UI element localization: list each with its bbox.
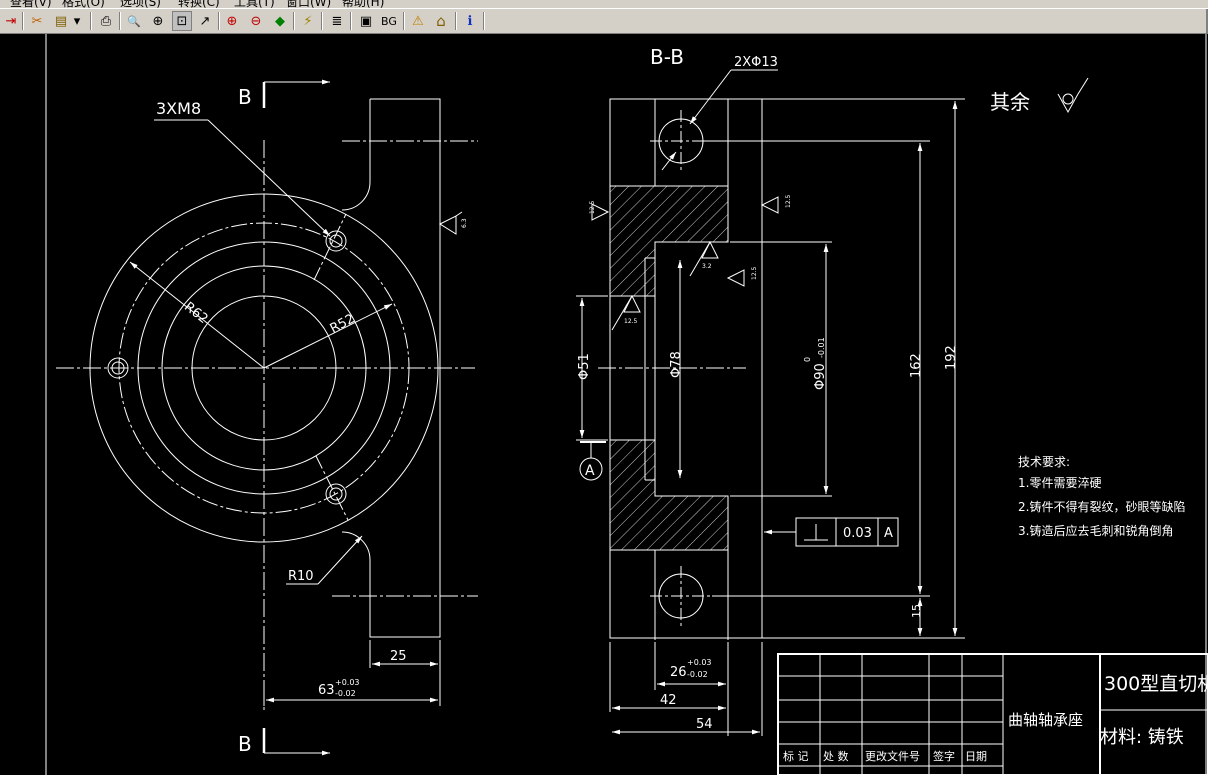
roughness-d: 3.2 [702,263,712,270]
note-line-1: 1.零件需要淬硬 [1018,475,1101,490]
note-line-3: 3.铸造后应去毛刺和锐角倒角 [1018,523,1173,538]
toolbar-separator [218,12,220,30]
dia-51: Φ51 [577,353,592,380]
menu-help[interactable]: 帮助(H) [342,0,384,8]
material-label: 材料: 铸铁 [1100,727,1184,748]
tolerance-datum: A [884,526,893,541]
layer-manager-icon[interactable]: ≣ [327,11,347,31]
toolbar-separator [483,12,485,30]
toolbar-separator [119,12,121,30]
roughness-c: 12.5 [751,266,758,280]
radius-10-label: R10 [288,569,314,584]
toolbar-separator [22,12,24,30]
hole-thread-label: 3XM8 [156,99,201,118]
tb-header-mark: 标 记 [783,749,809,763]
section-mark-top: B [238,85,252,109]
dia-90-tol-lower: -0.01 [817,337,826,358]
toolbar-separator [321,12,323,30]
left-view: B B R62 R52 3XM8 R10 6.3 25 63 +0.03 -0.… [56,79,478,756]
tb-header-count: 处 数 [823,750,849,763]
zoom-icon[interactable]: 🔍 [124,11,144,31]
dia-78: Φ78 [669,351,684,378]
holes-label: 2XΦ13 [734,55,778,70]
toolbar-separator [455,12,457,30]
technical-notes: 技术要求: 1.零件需要淬硬 2.铸件不得有裂纹，砂眼等缺陷 3.铸造后应去毛刺… [1018,455,1185,538]
dim-192: 192 [944,345,959,370]
dia-90: Φ90 [813,363,828,390]
roughness-left-view: 6.3 [461,218,468,228]
menu-view[interactable]: 查看(V) [10,0,52,8]
view-3d-icon[interactable]: ◆ [270,11,290,31]
note-line-2: 2.铸件不得有裂纹，砂眼等缺陷 [1018,499,1185,514]
roughness-b: 12.5 [785,194,792,208]
tools-icon[interactable]: ✂ [27,11,47,31]
zoom-previous-icon[interactable]: ⊖ [246,11,266,31]
zoom-in-icon[interactable]: ⊕ [148,11,168,31]
section-view: B-B 2XΦ13 12.5 12.5 12.5 3.2 12.5 Φ51 Φ7… [576,45,1089,736]
dim-162: 162 [909,353,924,378]
menu-tools[interactable]: 工具(T) [234,0,275,8]
zoom-all-icon[interactable]: ⊕ [222,11,242,31]
toolbar: ⇥ ✂ ▤ ▾ ⎙ 🔍 ⊕ ⊡ ↗ ⊕ ⊖ ◆ ⚡ ≣ ▣ BG ⚠ ⌂ ℹ [0,8,1208,34]
print-icon[interactable]: ⎙ [96,11,116,31]
home-icon[interactable]: ⌂ [431,11,451,31]
exit-icon[interactable]: ⇥ [1,11,21,31]
menu-convert[interactable]: 转换(C) [178,0,220,8]
tb-header-doc: 更改文件号 [865,749,920,763]
menu-options[interactable]: 选项(S) [120,0,161,8]
machine-name: 300型直切机 [1104,673,1208,695]
screen-icon[interactable]: ▣ [356,11,376,31]
tb-header-sign: 签字 [933,749,955,763]
datum-a: A [585,463,595,479]
dim-26-tol-upper: +0.03 [687,658,712,667]
part-name: 曲轴轴承座 [1008,711,1083,729]
regen-icon[interactable]: ⚡ [298,11,318,31]
roughness-a: 12.5 [589,200,596,214]
tb-header-date: 日期 [965,750,987,763]
dim-15: 15 [910,604,923,618]
dim-63: 63 [318,683,335,698]
info-icon[interactable]: ℹ [460,11,480,31]
dim-25: 25 [390,649,407,664]
dim-63-tol-lower: -0.02 [335,689,356,698]
roughness-other-text: 其余 [990,90,1030,114]
toolbar-separator [293,12,295,30]
warning-icon[interactable]: ⚠ [408,11,428,31]
dropdown-arrow-icon[interactable]: ▾ [70,11,84,31]
layers-icon[interactable]: ▤ [51,11,71,31]
toolbar-separator [350,12,352,30]
menu-format[interactable]: 格式(O) [62,0,105,8]
dim-26: 26 [670,665,687,680]
dim-63-tol-upper: +0.03 [335,678,360,687]
zoom-window-icon[interactable]: ⊡ [172,11,192,31]
toolbar-separator [90,12,92,30]
notes-title: 技术要求: [1018,455,1070,469]
section-title: B-B [650,45,684,69]
section-mark-bottom: B [238,732,252,756]
dim-54: 54 [696,717,713,732]
radius-52-label: R52 [328,312,358,337]
tolerance-value: 0.03 [843,526,872,541]
title-block: 标 记 处 数 更改文件号 签字 日期 曲轴轴承座 300型直切机 材料: 铸铁 [777,653,1208,775]
zoom-realtime-icon[interactable]: ↗ [195,11,215,31]
roughness-e: 12.5 [624,318,638,325]
dim-26-tol-lower: -0.02 [687,670,708,679]
dia-90-tol-upper: 0 [803,357,812,362]
drawing-canvas[interactable]: B B R62 R52 3XM8 R10 6.3 25 63 +0.03 -0.… [0,34,1208,775]
background-text[interactable]: BG [379,11,399,31]
menu-bar: 查看(V) 格式(O) 选项(S) 转换(C) 工具(T) 窗口(W) 帮助(H… [0,0,1208,8]
menu-window[interactable]: 窗口(W) [286,0,331,8]
dim-42: 42 [660,693,677,708]
toolbar-separator [403,12,405,30]
